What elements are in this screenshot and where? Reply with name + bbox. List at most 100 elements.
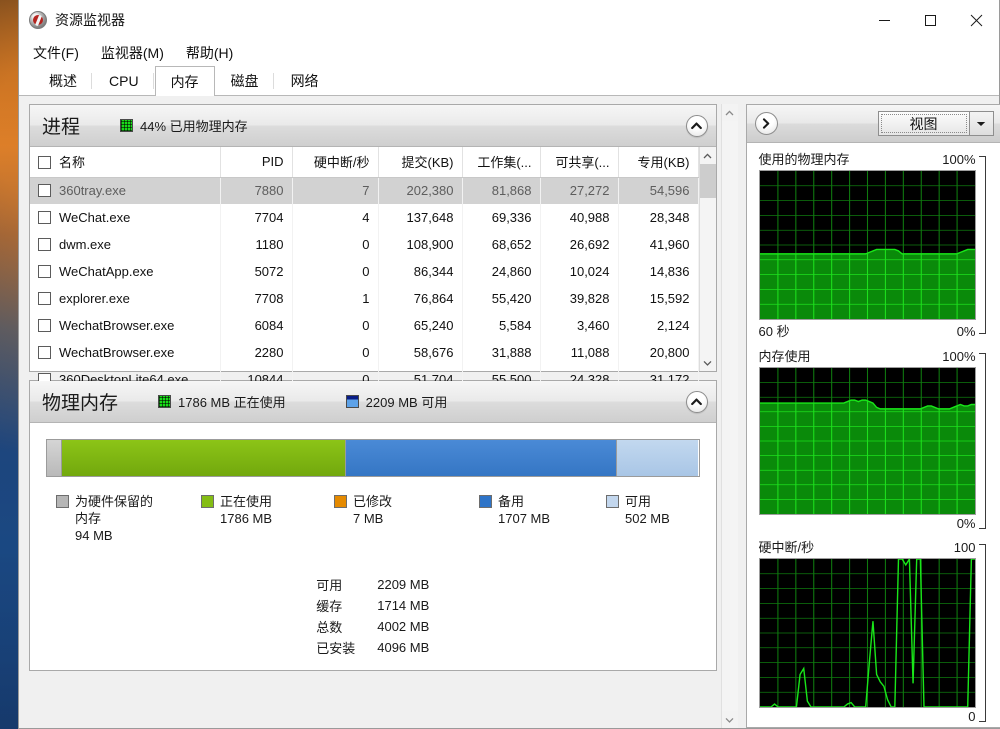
graph-title: 内存使用 (758, 349, 811, 364)
graph-title: 硬中断/秒 (758, 540, 815, 555)
cell-private: 14,836 (618, 258, 699, 285)
menu-help[interactable]: 帮助(H) (186, 43, 233, 63)
table-row[interactable]: explorer.exe 7708 1 76,864 55,420 39,828 15,59… (30, 285, 699, 312)
table-row[interactable]: WechatBrowser.exe 2280 0 58,676 31,888 11,088… (30, 339, 699, 366)
graph-canvas (758, 367, 976, 515)
table-row[interactable]: WeChat.exe 7704 4 137,648 69,336 40,988 28,348 (30, 204, 699, 231)
graph-ymax-label: 100% (942, 349, 976, 364)
view-button[interactable]: 视图 (877, 111, 970, 136)
tab-memory[interactable]: 内存 (154, 66, 215, 96)
scroll-up-button[interactable] (700, 147, 716, 164)
graph-axis-bracket (976, 353, 990, 529)
processes-collapse-button[interactable] (685, 114, 708, 137)
column-header-commit[interactable]: 提交(KB) (378, 147, 463, 178)
cell-commit: 108,900 (378, 231, 463, 258)
memory-usage-bar (46, 439, 700, 477)
graph-ymax-label: 100 (953, 540, 976, 555)
memory-stat-label: 已安装 (316, 641, 356, 656)
chevron-up-icon (691, 398, 702, 405)
row-checkbox[interactable] (38, 346, 51, 359)
menu-monitor[interactable]: 监视器(M) (101, 43, 164, 63)
legend-item-hw: 为硬件保留的 内存 94 MB (56, 493, 201, 544)
column-header-hard-faults[interactable]: 硬中断/秒 (292, 147, 379, 178)
cell-working-set: 69,336 (462, 204, 541, 231)
row-checkbox[interactable] (38, 184, 51, 198)
cell-commit: 137,648 (378, 204, 463, 231)
right-column: 视图 使用的物理内存 100% 60 秒 0% 内存使用 100% 0% 硬中断/秒 10 (745, 104, 1000, 728)
cell-process-name: explorer.exe (30, 285, 221, 312)
graph-title: 使用的物理内存 (758, 152, 850, 167)
legend-value: 1786 MB (220, 511, 273, 526)
physical-memory-panel-header[interactable]: 物理内存 1786 MB 正在使用 2209 MB 可用 (30, 381, 716, 423)
physical-memory-summary: 1786 MB 正在使用 2209 MB 可用 (158, 392, 447, 411)
view-dropdown-button[interactable] (969, 111, 994, 136)
cell-private: 15,592 (618, 285, 699, 312)
memory-stat-row: 可用 2209 MB (316, 574, 429, 595)
graph-axis-bracket (976, 156, 990, 334)
physical-memory-title: 物理内存 (42, 393, 119, 414)
blue-swatch-icon (345, 395, 359, 408)
table-row[interactable]: dwm.exe 1180 0 108,900 68,652 26,692 41,960 (30, 231, 699, 258)
cell-process-name: dwm.exe (30, 231, 221, 258)
process-name-label: dwm.exe (59, 237, 112, 252)
tab-cpu[interactable]: CPU (93, 66, 155, 95)
resource-monitor-window: 资源监视器 文件(F) 监视器(M) 帮助(H) 概述 CPU 内存 磁盘 网络 (18, 0, 1000, 729)
row-checkbox[interactable] (38, 238, 51, 251)
memory-stat-row: 已安装 4096 MB (316, 637, 429, 658)
cell-process-name: 360tray.exe (30, 177, 221, 204)
row-checkbox[interactable] (38, 265, 51, 278)
minimize-button[interactable] (861, 0, 907, 40)
page-scroll-up-button[interactable] (722, 104, 738, 121)
row-checkbox[interactable] (38, 319, 51, 332)
scroll-thumb[interactable] (699, 164, 716, 198)
scroll-track[interactable] (699, 198, 716, 354)
scroll-down-button[interactable] (700, 354, 716, 371)
physical-memory-collapse-button[interactable] (685, 390, 708, 413)
column-header-shareable[interactable]: 可共享(... (540, 147, 619, 178)
menu-file[interactable]: 文件(F) (33, 43, 79, 63)
page-scroll-track[interactable] (721, 121, 738, 711)
memory-stats-table: 可用 2209 MB 缓存 1714 MB 总数 4002 MB 已安装 4096 MB (316, 574, 429, 658)
column-header-name[interactable]: 名称 (30, 147, 221, 178)
cell-process-name: WeChat.exe (30, 204, 221, 231)
legend-label: 为硬件保留的 (75, 494, 154, 509)
close-button[interactable] (953, 0, 999, 40)
table-row[interactable]: 360tray.exe 7880 7 202,380 81,868 27,272 54,59… (30, 177, 699, 204)
row-checkbox[interactable] (38, 211, 51, 224)
column-header-working-set[interactable]: 工作集(... (462, 147, 541, 178)
table-row[interactable]: WeChatApp.exe 5072 0 86,344 24,860 10,024 14,8… (30, 258, 699, 285)
expand-graphs-button[interactable] (754, 112, 778, 135)
cell-private: 54,596 (618, 177, 699, 204)
maximize-button[interactable] (907, 0, 953, 40)
cell-commit: 86,344 (378, 258, 463, 285)
memory-stat-value: 1714 MB (377, 598, 430, 613)
tab-disk[interactable]: 磁盘 (214, 66, 275, 95)
tab-network[interactable]: 网络 (274, 66, 335, 95)
cell-shareable: 39,828 (540, 285, 619, 312)
processes-table-wrap: 名称 PID 硬中断/秒 提交(KB) 工作集(... 可共享(... 专用(K… (30, 147, 716, 393)
processes-scrollbar[interactable] (698, 147, 716, 371)
table-row[interactable]: WechatBrowser.exe 6084 0 65,240 5,584 3,460 2,… (30, 312, 699, 339)
select-all-checkbox[interactable] (38, 156, 51, 170)
processes-table: 名称 PID 硬中断/秒 提交(KB) 工作集(... 可共享(... 专用(K… (30, 147, 699, 393)
page-scroll-down-button[interactable] (722, 711, 738, 728)
cell-hard-faults: 0 (292, 312, 379, 339)
physical-memory-body: 为硬件保留的 内存 94 MB 正在使用 1786 MB 已修改 7 MB 备用 1707 MB… (30, 423, 716, 670)
window-title-bar: 资源监视器 (19, 0, 999, 40)
column-header-pid[interactable]: PID (220, 147, 293, 178)
tab-overview[interactable]: 概述 (33, 66, 93, 95)
graph-canvas (758, 170, 976, 320)
processes-panel-header[interactable]: 进程 44% 已用物理内存 (30, 105, 716, 147)
legend-label: 已修改 (353, 494, 393, 509)
cell-private: 41,960 (618, 231, 699, 258)
column-header-private[interactable]: 专用(KB) (618, 147, 699, 178)
chevron-right-icon (762, 118, 770, 129)
page-scrollbar[interactable] (720, 104, 738, 728)
legend-item-mod: 已修改 7 MB (334, 493, 479, 544)
row-checkbox[interactable] (38, 292, 51, 305)
table-header-row: 名称 PID 硬中断/秒 提交(KB) 工作集(... 可共享(... 专用(K… (30, 147, 699, 178)
tab-bar: 概述 CPU 内存 磁盘 网络 (19, 66, 999, 96)
memory-stat-label: 总数 (316, 620, 343, 635)
green-swatch-icon (158, 395, 172, 408)
cell-shareable: 27,272 (540, 177, 619, 204)
